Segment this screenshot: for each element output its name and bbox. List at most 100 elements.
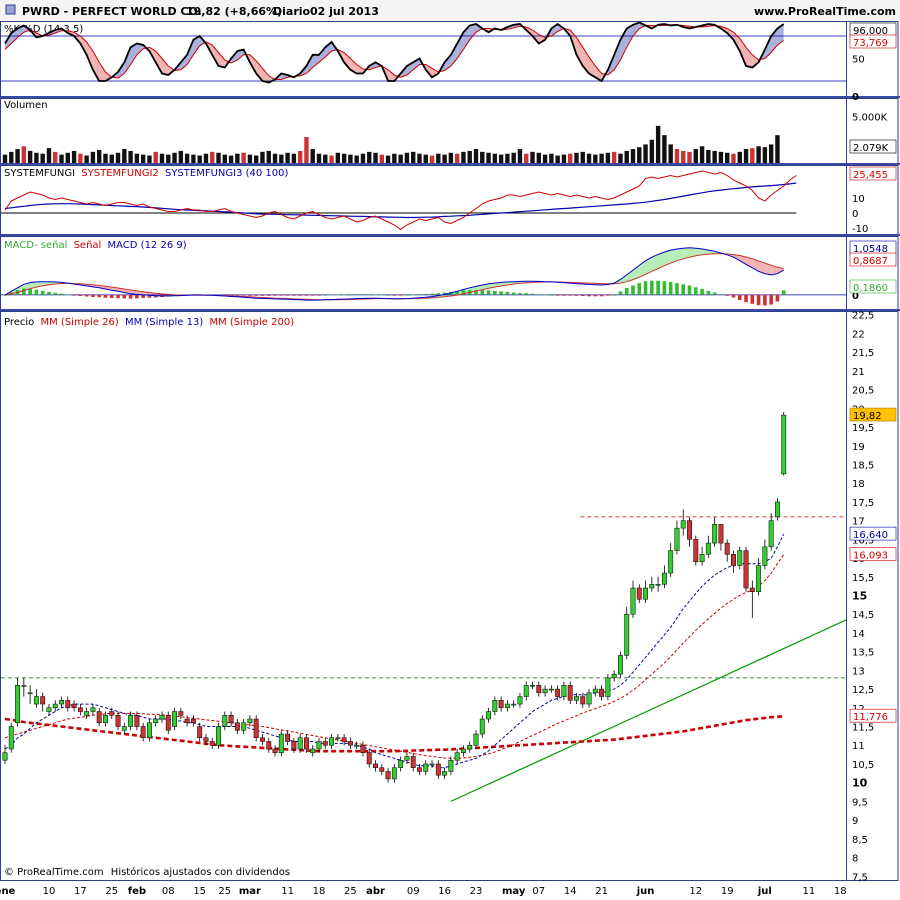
systemfungi-tick-0: 0	[852, 209, 858, 220]
macd-hist-44	[279, 294, 284, 296]
macd-hist-55	[348, 294, 353, 295]
volume-bar-75	[473, 149, 479, 163]
price-candle-body-29	[184, 718, 190, 724]
macd-last-signal: 0,8687	[853, 256, 888, 267]
macd-hist-106	[668, 281, 673, 295]
macd-hist-76	[480, 290, 485, 295]
macd-hist-10	[66, 294, 70, 296]
volume-bar-97	[611, 151, 617, 163]
macd-hist-3	[22, 288, 26, 295]
price-candle-body-12	[77, 707, 83, 712]
price-candle-body-5	[33, 696, 39, 705]
macd-hist-13	[84, 294, 89, 297]
volume-bar-111	[699, 146, 705, 163]
price-candle-body-15	[96, 711, 102, 724]
systemfungi-title-2: SYSTEMFUNGI2	[81, 168, 158, 179]
period-text: Diario	[273, 5, 311, 18]
macd-hist-81	[511, 292, 516, 295]
price-tick-11: 13	[852, 666, 865, 677]
price-candle-body-78	[492, 700, 498, 712]
price-candle-body-47	[297, 737, 303, 750]
macd-hist-60	[380, 294, 384, 296]
price-candle-body-59	[373, 763, 378, 768]
price-candle-body-95	[599, 688, 605, 697]
price-tick-21: 18	[852, 479, 865, 490]
price-candle-body-106	[668, 550, 674, 574]
volume-bar-113	[712, 150, 717, 163]
macd-hist-98	[618, 291, 623, 295]
price-title-ma13: MM (Simple 13)	[125, 317, 203, 328]
volume-bar-121	[762, 147, 768, 163]
macd-hist-110	[694, 287, 698, 295]
price-candle-body-83	[523, 685, 529, 697]
date-text: 02 jul 2013	[310, 5, 379, 18]
volume-bar-115	[725, 152, 730, 163]
systemfungi-title-3: SYSTEMFUNGI3 (40 100)	[165, 168, 289, 179]
x-tick-10: 18	[313, 886, 326, 897]
menu-icon[interactable]	[5, 4, 16, 15]
price-candle-body-35	[222, 715, 228, 727]
volume-bar-56	[354, 155, 359, 163]
macd-last-hist: 0,1860	[853, 283, 888, 294]
price-candle-body-48	[303, 737, 309, 750]
price-candle-body-103	[649, 584, 655, 589]
volume-bar-74	[467, 150, 472, 163]
macd-hist-56	[354, 294, 359, 295]
macd-hist-47	[298, 294, 302, 296]
macd-hist-94	[593, 294, 598, 297]
macd-hist-104	[656, 280, 660, 295]
price-candle-body-69	[435, 763, 441, 776]
volume-bar-23	[147, 155, 152, 163]
macd-hist-77	[486, 290, 491, 295]
price-tick-23: 19	[852, 442, 865, 453]
macd-hist-67	[423, 293, 428, 295]
x-tick-6: 15	[193, 886, 206, 897]
macd-hist-16	[103, 294, 108, 298]
x-tick-23: jul	[757, 886, 772, 897]
volume-bar-59	[373, 152, 378, 163]
price-candle-body-80	[504, 703, 510, 709]
price-candle-body-86	[542, 688, 548, 694]
price-candle-body-74	[467, 744, 473, 750]
x-tick-8: mar	[239, 886, 261, 897]
volume-bar-83	[524, 153, 529, 163]
volume-bar-52	[329, 155, 334, 163]
price-candle-body-8	[52, 703, 58, 709]
price-candle-body-19	[121, 726, 127, 731]
volume-bar-108	[681, 150, 686, 163]
volume-bar-24	[153, 151, 158, 163]
price-candle-body-51	[322, 741, 328, 746]
price-candle-body-28	[178, 711, 184, 716]
volume-bar-77	[486, 152, 491, 163]
volume-bar-58	[367, 151, 372, 163]
macd-hist-69	[436, 293, 441, 295]
price-tick-29: 22	[852, 329, 865, 340]
price-candle-body-6	[40, 696, 46, 705]
price-candle-body-61	[385, 771, 391, 780]
price-candle-body-87	[548, 688, 554, 691]
volume-bar-68	[429, 155, 435, 163]
volume-bar-50	[316, 153, 322, 163]
macd-hist-108	[681, 284, 686, 295]
volume-bar-114	[718, 151, 724, 163]
macd-hist-79	[499, 291, 503, 295]
macd-hist-66	[417, 294, 422, 295]
macd-hist-65	[411, 294, 415, 296]
macd-hist-86	[543, 294, 547, 296]
macd-hist-68	[430, 293, 434, 295]
macd-hist-90	[568, 294, 572, 296]
price-candle-body-33	[209, 741, 215, 746]
macd-hist-63	[398, 294, 403, 296]
price-candle-body-117	[737, 550, 743, 566]
price-tick-15: 15	[852, 590, 867, 603]
price-tick-20: 17,5	[852, 498, 874, 509]
price-candle-body-49	[310, 748, 316, 753]
site-text: www.ProRealTime.com	[754, 5, 896, 18]
macd-hist-117	[737, 294, 742, 301]
volume-bar-22	[140, 154, 146, 163]
volume-tick-5000k: 5.000K	[852, 113, 888, 124]
price-candle-body-56	[354, 744, 360, 747]
price-candle-body-77	[486, 711, 492, 720]
price-candle-body-4	[27, 692, 33, 695]
price-candle-body-81	[511, 703, 517, 706]
